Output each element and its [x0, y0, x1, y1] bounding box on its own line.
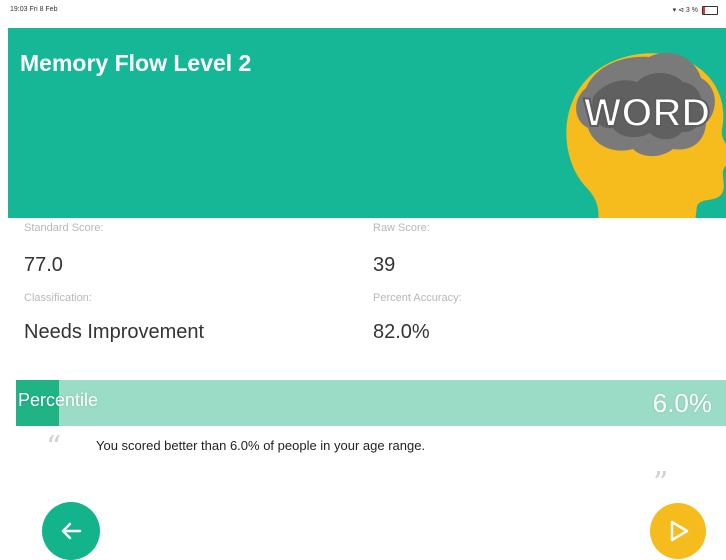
- percent-accuracy-label: Percent Accuracy:: [373, 292, 462, 304]
- arrow-left-icon: [61, 522, 82, 540]
- battery-icon: [702, 6, 718, 15]
- standard-score-value: 77.0: [24, 254, 63, 276]
- status-indicators: ▾ ⊲ 3 %: [672, 7, 698, 14]
- percentile-value: 6.0%: [652, 388, 712, 418]
- play-triangle-icon: [670, 520, 689, 542]
- classification-value: Needs Improvement: [24, 321, 205, 343]
- status-time-date: 19:03 Fri 8 Feb: [10, 6, 58, 13]
- status-bar: 19:03 Fri 8 Feb ▾ ⊲ 3 %: [0, 0, 726, 28]
- raw-score-value: 39: [373, 254, 396, 276]
- next-button[interactable]: [650, 503, 706, 559]
- open-quote-icon: “: [46, 430, 62, 465]
- feedback-text: You scored better than 6.0% of people in…: [96, 438, 426, 453]
- header-banner: Memory Flow Level 2 WORD: [8, 28, 726, 218]
- classification-label: Classification:: [24, 292, 92, 304]
- percentile-bar: Percentile 6.0%: [16, 380, 726, 426]
- logo-text: WORD: [584, 91, 711, 135]
- percent-accuracy-value: 82.0%: [373, 321, 430, 343]
- raw-score-label: Raw Score:: [373, 222, 430, 234]
- percentile-label: Percentile: [18, 390, 99, 410]
- page-title: Memory Flow Level 2: [20, 50, 252, 76]
- back-button[interactable]: [42, 502, 100, 560]
- standard-score-label: Standard Score:: [24, 222, 104, 234]
- head-brain-icon: WORD: [566, 52, 726, 218]
- close-quote-icon: ”: [653, 466, 669, 501]
